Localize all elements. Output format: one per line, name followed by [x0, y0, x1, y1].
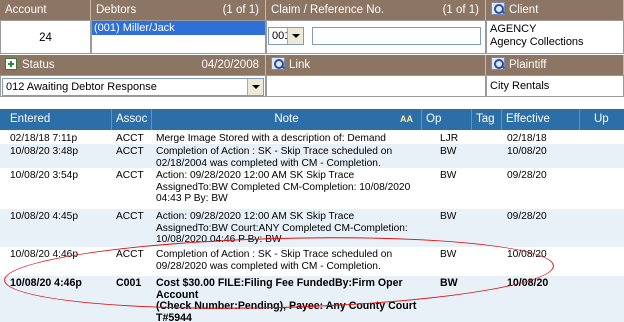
status-label: Status [22, 59, 55, 71]
client-code: AGENCY [490, 23, 537, 35]
debtor-item-selected[interactable]: (001) Miller/Jack [92, 21, 265, 35]
link-box [266, 75, 486, 97]
table-row[interactable]: 10/08/20 4:46p ACCT Completion of Action :… [0, 247, 624, 276]
row-note-line: (Check Number:Pending), Payee: Any Count… [156, 300, 417, 312]
chevron-down-icon[interactable] [247, 79, 263, 95]
table-row[interactable]: 10/08/20 3:48p ACCT Completion of Action :… [0, 144, 624, 169]
row-note-line: Action: 09/28/2020 12:00 AM SK Skip Trac… [156, 170, 355, 181]
debtors-list[interactable]: (001) Miller/Jack [91, 20, 266, 54]
client-name: Agency Collections [490, 36, 584, 48]
col-entered[interactable]: Entered [0, 109, 112, 130]
claim-box: 001 [266, 20, 486, 54]
row-note-line: 10/08/2020 04:46 P By: BW [156, 234, 282, 245]
row-assoc: ACCT [116, 211, 144, 222]
row-effective: 10/08/20 [507, 277, 549, 289]
status-date: 04/20/2008 [201, 59, 259, 71]
notes-grid-header: Entered Assoc Note AA Op Tag Effective Up [0, 109, 624, 130]
debtors-header: Debtors (1 of 1) [91, 0, 266, 20]
client-label: Client [509, 4, 539, 16]
row-note-line: Action: 09/28/2020 12:00 AM SK Skip Trac… [156, 211, 355, 222]
link-header[interactable]: Link [266, 55, 486, 75]
row-entered: 10/08/20 4:46p [10, 249, 78, 260]
claim-reference-input[interactable] [312, 27, 481, 45]
row-entered: 10/08/20 4:45p [10, 211, 78, 222]
row-effective: 10/08/20 [507, 146, 547, 157]
row-op: BW [440, 249, 457, 260]
row-effective: 09/28/20 [507, 211, 547, 222]
row-op: BW [440, 277, 458, 289]
row-assoc: ACCT [116, 133, 144, 144]
status-select-value: 012 Awaiting Debtor Response [6, 81, 157, 93]
font-size-icon[interactable]: AA [400, 109, 413, 130]
row-note-line: T#5944 [156, 311, 192, 322]
add-icon[interactable] [5, 58, 17, 70]
row-op: BW [440, 211, 457, 222]
row-op: BW [440, 170, 457, 181]
row-note: Action: 09/28/2020 12:00 AM SK Skip Trac… [156, 170, 421, 205]
col-up[interactable]: Up [580, 109, 624, 130]
row-assoc: C001 [116, 277, 142, 289]
status-box: 012 Awaiting Debtor Response [0, 75, 266, 97]
account-box: 24 [0, 20, 91, 54]
row-note-line: AssignedTo:BW Court:ANY Completed CM-Com… [156, 222, 408, 234]
row-entered: 02/18/18 7:11p [10, 133, 78, 144]
row-effective: 09/28/20 [507, 170, 547, 181]
row-note-line: 09/28/2020 was completed with CM - Compl… [156, 260, 381, 272]
row-entered: 10/08/20 4:46p [10, 277, 82, 289]
link-label: Link [289, 59, 311, 71]
claim-label: Claim / Reference No. [271, 4, 385, 16]
chevron-down-icon[interactable] [287, 28, 303, 44]
client-box: AGENCY Agency Collections [486, 20, 624, 54]
account-header: Account [0, 0, 91, 20]
row-entered: 10/08/20 3:48p [10, 146, 78, 157]
status-select[interactable]: 012 Awaiting Debtor Response [2, 78, 264, 96]
row-effective: 10/08/20 [507, 249, 547, 260]
status-header: Status 04/20/2008 [0, 55, 266, 75]
row-assoc: ACCT [116, 249, 144, 260]
row-note: Completion of Action : SK - Skip Trace s… [156, 249, 421, 272]
col-note-label: Note [274, 113, 299, 125]
account-number: 24 [39, 32, 52, 44]
row-op: BW [440, 146, 457, 157]
col-op[interactable]: Op [422, 109, 472, 130]
plaintiff-label: Plaintiff [509, 59, 547, 71]
row-note-line: Completion of Action : SK - Skip Trace s… [156, 249, 393, 260]
claim-count: (1 of 1) [442, 4, 479, 16]
row-note: Merge Image Stored with a description of… [156, 133, 421, 145]
magnifier-icon[interactable] [271, 57, 285, 70]
row-assoc: ACCT [116, 146, 144, 157]
row-note-line: AssignedTo:BW Completed CM-Completion: 1… [156, 181, 411, 193]
row-assoc: ACCT [116, 170, 144, 181]
row-note: Completion of Action : SK - Skip Trace s… [156, 146, 421, 169]
table-row[interactable]: 10/08/20 4:45p ACCT Action: 09/28/2020 12:… [0, 209, 624, 247]
row-note-line: Cost $30.00 FILE:Filing Fee FundedBy:Fir… [156, 277, 403, 301]
claim-header: Claim / Reference No. (1 of 1) [266, 0, 486, 20]
col-effective[interactable]: Effective [502, 109, 580, 130]
row-note: Cost $30.00 FILE:Filing Fee FundedBy:Fir… [156, 277, 421, 322]
plaintiff-name: City Rentals [490, 80, 550, 92]
col-note[interactable]: Note AA [152, 109, 422, 130]
plaintiff-box: City Rentals [486, 75, 624, 97]
row-entered: 10/08/20 3:54p [10, 170, 78, 181]
plaintiff-header[interactable]: Plaintiff [486, 55, 624, 75]
row-effective: 02/18/18 [507, 133, 547, 144]
row-note-line: Completion of Action : SK - Skip Trace s… [156, 146, 393, 157]
table-row[interactable]: 10/08/20 3:54p ACCT Action: 09/28/2020 12:… [0, 168, 624, 209]
account-label: Account [5, 4, 47, 16]
debtors-label: Debtors [96, 4, 137, 16]
debtors-count: (1 of 1) [222, 4, 259, 16]
table-row[interactable]: 10/08/20 4:46p C001 Cost $30.00 FILE:Filin… [0, 276, 624, 322]
row-note-line: 04:43 P By: BW [156, 193, 228, 204]
row-note-line: Merge Image Stored with a description of… [156, 133, 386, 144]
magnifier-icon[interactable] [491, 2, 505, 15]
client-header[interactable]: Client [486, 0, 624, 20]
col-assoc[interactable]: Assoc [112, 109, 152, 130]
table-row[interactable]: 02/18/18 7:11p ACCT Merge Image Stored wit… [0, 131, 624, 144]
row-note: Action: 09/28/2020 12:00 AM SK Skip Trac… [156, 211, 421, 246]
claim-select[interactable]: 001 [268, 27, 304, 45]
col-tag[interactable]: Tag [472, 109, 502, 130]
row-op: LJR [440, 133, 459, 144]
magnifier-icon[interactable] [491, 57, 505, 70]
